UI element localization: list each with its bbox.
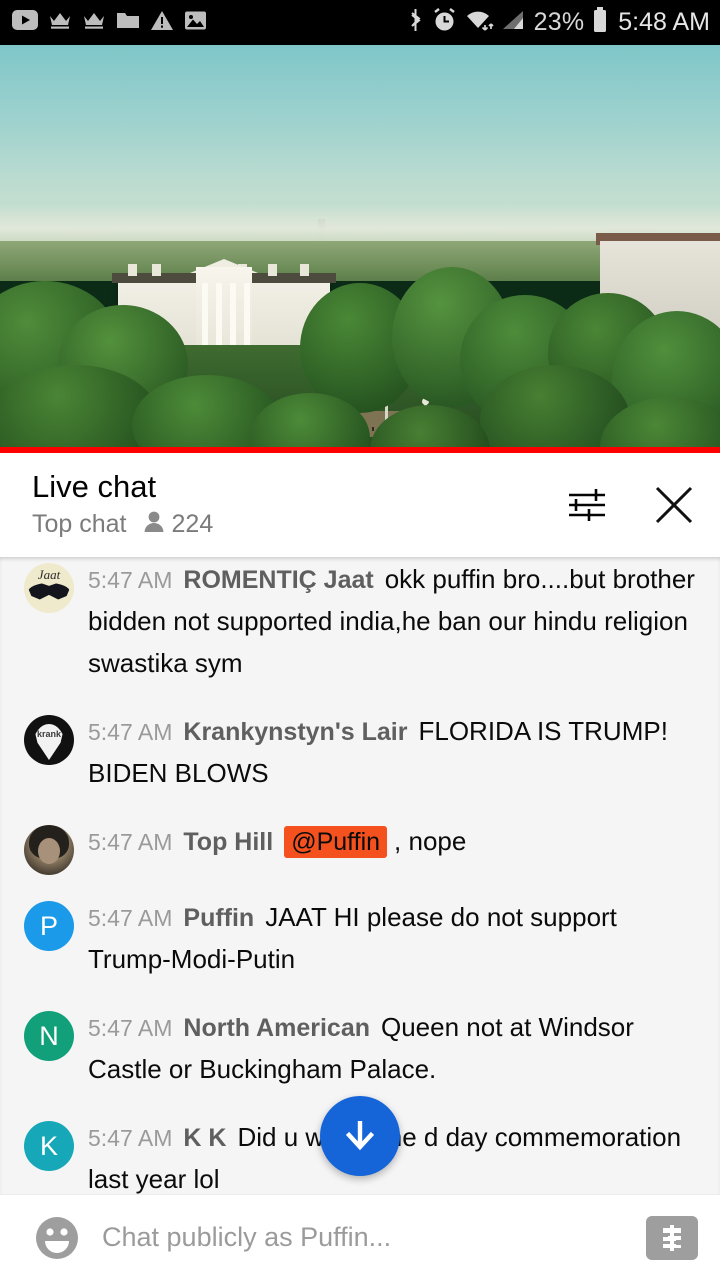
scroll-to-bottom-button[interactable] <box>320 1096 400 1176</box>
signal-icon <box>502 8 526 37</box>
avatar[interactable] <box>24 825 74 875</box>
crown-icon <box>48 10 72 35</box>
message-timestamp: 5:47 AM <box>88 1015 173 1041</box>
avatar-text: Jaat <box>37 567 61 582</box>
avatar[interactable]: N <box>24 1011 74 1061</box>
clock-label: 5:48 AM <box>618 8 710 36</box>
message-author[interactable]: Puffin <box>183 904 254 932</box>
list-item[interactable]: P 5:47 AM Puffin JAAT HI please do not sup… <box>0 887 720 997</box>
mustache-icon <box>28 583 70 600</box>
status-bar-system-icons: 23% 5:48 AM <box>407 7 710 38</box>
message-author[interactable]: Top Hill <box>183 828 273 856</box>
avatar[interactable]: K <box>24 1121 74 1171</box>
emoji-icon[interactable] <box>30 1211 84 1265</box>
chat-mode-label[interactable]: Top chat <box>32 510 127 539</box>
message-author[interactable]: North American <box>183 1014 370 1042</box>
battery-icon <box>592 7 608 38</box>
message-body: 5:47 AM North American Queen not at Windso… <box>88 1009 702 1095</box>
message-text: , nope <box>394 826 467 856</box>
message-author[interactable]: K K <box>183 1124 226 1152</box>
avatar-initial: P <box>39 910 58 941</box>
message-timestamp: 5:47 AM <box>88 719 173 745</box>
alarm-icon <box>432 7 457 38</box>
status-bar-notification-icons <box>12 10 207 36</box>
image-icon <box>184 10 207 36</box>
avatar[interactable]: Jaat <box>24 563 74 613</box>
status-bar: 23% 5:48 AM <box>0 0 720 45</box>
chat-header-actions <box>564 481 698 529</box>
message-body: 5:47 AM Top Hill @Puffin, nope <box>88 823 466 867</box>
crown-icon <box>82 10 106 35</box>
bluetooth-icon <box>407 7 424 38</box>
chat-input-bar <box>0 1194 720 1280</box>
message-timestamp: 5:47 AM <box>88 567 173 593</box>
arrow-down-icon <box>338 1112 382 1161</box>
avatar[interactable]: P <box>24 901 74 951</box>
avatar-text: krank <box>36 729 62 739</box>
avatar-initial: K <box>39 1130 58 1161</box>
list-item[interactable]: 5:47 AM Top Hill @Puffin, nope <box>0 811 720 887</box>
viewer-count-group: 224 <box>143 509 214 539</box>
message-timestamp: 5:47 AM <box>88 1125 173 1151</box>
list-item[interactable]: Jaat 5:47 AM ROMENTIÇ Jaat okk puffin bro.… <box>0 557 720 701</box>
avatar-initial: N <box>39 1020 59 1051</box>
viewer-count-label: 224 <box>171 509 214 538</box>
chat-header-subtitle: Top chat 224 <box>32 510 213 539</box>
video-player[interactable] <box>0 45 720 453</box>
chat-header-titles: Live chat Top chat 224 <box>32 471 213 539</box>
battery-percent-label: 23% <box>533 8 585 36</box>
message-text: okk puffin bro....but brother bidden not… <box>88 564 695 678</box>
close-icon[interactable] <box>650 481 698 529</box>
dollar-icon[interactable] <box>646 1215 698 1260</box>
avatar-photo-face <box>38 838 60 864</box>
chat-input[interactable] <box>102 1207 634 1268</box>
person-icon <box>143 510 165 539</box>
message-body: 5:47 AM Puffin JAAT HI please do not suppo… <box>88 899 702 985</box>
message-body: 5:47 AM ROMENTIÇ Jaat okk puffin bro....bu… <box>88 561 702 689</box>
folder-icon <box>116 10 140 35</box>
live-chat-header: Live chat Top chat 224 <box>0 453 720 557</box>
tune-icon[interactable] <box>564 482 610 528</box>
message-timestamp: 5:47 AM <box>88 905 173 931</box>
message-mention[interactable]: @Puffin <box>284 826 388 858</box>
message-author[interactable]: ROMENTIÇ Jaat <box>183 566 373 594</box>
warning-icon <box>150 10 174 36</box>
live-chat-title: Live chat <box>32 469 157 505</box>
list-item[interactable]: krank 5:47 AM Krankynstyn's Lair FLORIDA I… <box>0 701 720 811</box>
list-item[interactable]: N 5:47 AM North American Queen not at Wind… <box>0 997 720 1107</box>
message-body: 5:47 AM Krankynstyn's Lair FLORIDA IS TRUM… <box>88 713 702 799</box>
avatar[interactable]: krank <box>24 715 74 765</box>
message-timestamp: 5:47 AM <box>88 829 173 855</box>
message-author[interactable]: Krankynstyn's Lair <box>183 718 407 746</box>
youtube-icon <box>12 10 38 35</box>
wifi-icon <box>465 8 494 37</box>
